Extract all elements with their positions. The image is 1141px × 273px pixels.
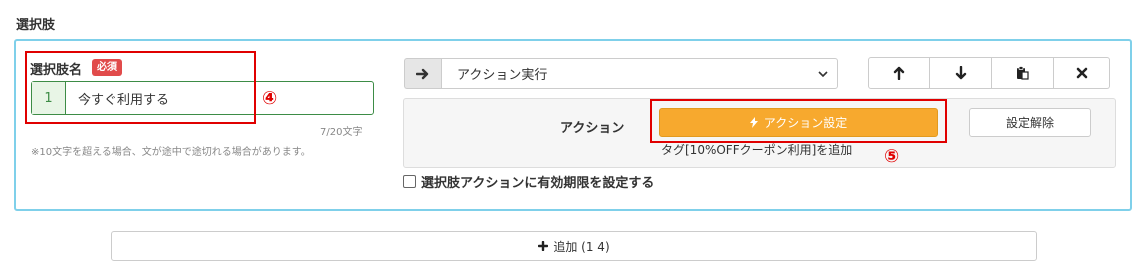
- arrow-up-icon: [893, 66, 905, 80]
- action-label: アクション: [560, 121, 625, 136]
- clipboard-icon: [1017, 66, 1029, 80]
- add-choice-button[interactable]: 追加 (1 4): [111, 231, 1037, 261]
- arrow-down-icon: [955, 66, 966, 80]
- close-icon: [1076, 67, 1087, 79]
- move-down-button[interactable]: [930, 57, 992, 89]
- delete-button[interactable]: [1054, 57, 1110, 89]
- expire-label: 選択肢アクションに有効期限を設定する: [421, 176, 655, 191]
- chevron-down-icon: [818, 71, 828, 78]
- plus-icon: [538, 241, 549, 251]
- add-choice-label: 追加 (1 4): [553, 239, 610, 254]
- section-title: 選択肢: [16, 18, 56, 33]
- expire-checkbox[interactable]: [403, 175, 416, 188]
- annotation-marker-5: ⑤: [884, 146, 900, 167]
- length-hint: ※10文字を超える場合、文が途中で途切れる場合があります。: [31, 147, 311, 158]
- choice-toolbar: [868, 57, 1110, 89]
- arrow-right-icon: [404, 58, 441, 89]
- annotation-marker-4: ④: [262, 88, 278, 109]
- action-description: タグ[10%OFFクーポン利用]を追加: [661, 143, 853, 157]
- annotation-box-action: [650, 99, 947, 143]
- expire-option[interactable]: 選択肢アクションに有効期限を設定する: [403, 172, 654, 191]
- move-up-button[interactable]: [868, 57, 930, 89]
- annotation-box-name: [25, 51, 256, 124]
- action-type-select[interactable]: アクション実行: [441, 58, 838, 89]
- char-count: 7/20文字: [320, 127, 363, 138]
- paste-button[interactable]: [992, 57, 1054, 89]
- clear-settings-button[interactable]: 設定解除: [969, 108, 1091, 137]
- action-type-value: アクション実行: [457, 68, 548, 83]
